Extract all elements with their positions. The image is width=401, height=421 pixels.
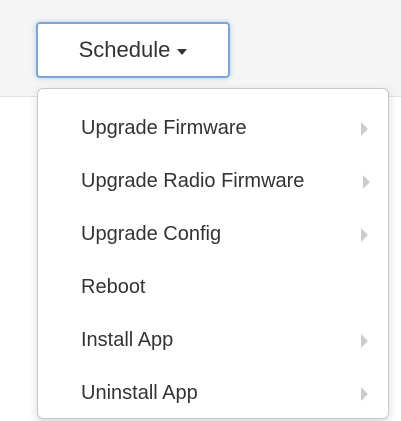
menu-item-upgrade-config[interactable]: Upgrade Config xyxy=(38,208,388,261)
menu-item-reboot[interactable]: Reboot xyxy=(38,261,388,314)
schedule-dropdown-menu: Upgrade Firmware Upgrade Radio Firmware … xyxy=(37,88,389,419)
menu-item-label: Reboot xyxy=(81,276,146,298)
menu-item-label: Uninstall App xyxy=(81,382,198,404)
caret-down-icon xyxy=(177,48,188,55)
toolbar: Schedule xyxy=(0,0,401,97)
chevron-right-icon xyxy=(361,227,368,242)
menu-item-label: Upgrade Radio Firmware xyxy=(81,170,305,192)
menu-item-upgrade-firmware[interactable]: Upgrade Firmware xyxy=(38,102,388,155)
menu-item-label: Install App xyxy=(81,329,174,351)
menu-item-uninstall-app[interactable]: Uninstall App xyxy=(38,367,388,420)
menu-item-upgrade-radio-firmware[interactable]: Upgrade Radio Firmware xyxy=(38,155,388,208)
chevron-right-icon xyxy=(363,174,370,189)
menu-item-install-app[interactable]: Install App xyxy=(38,314,388,367)
menu-item-label: Upgrade Config xyxy=(81,223,222,245)
chevron-right-icon xyxy=(361,121,368,136)
chevron-right-icon xyxy=(361,386,368,401)
schedule-dropdown-button[interactable]: Schedule xyxy=(36,22,230,78)
chevron-right-icon xyxy=(361,333,368,348)
schedule-button-label: Schedule xyxy=(78,37,171,62)
menu-item-label: Upgrade Firmware xyxy=(81,117,247,139)
